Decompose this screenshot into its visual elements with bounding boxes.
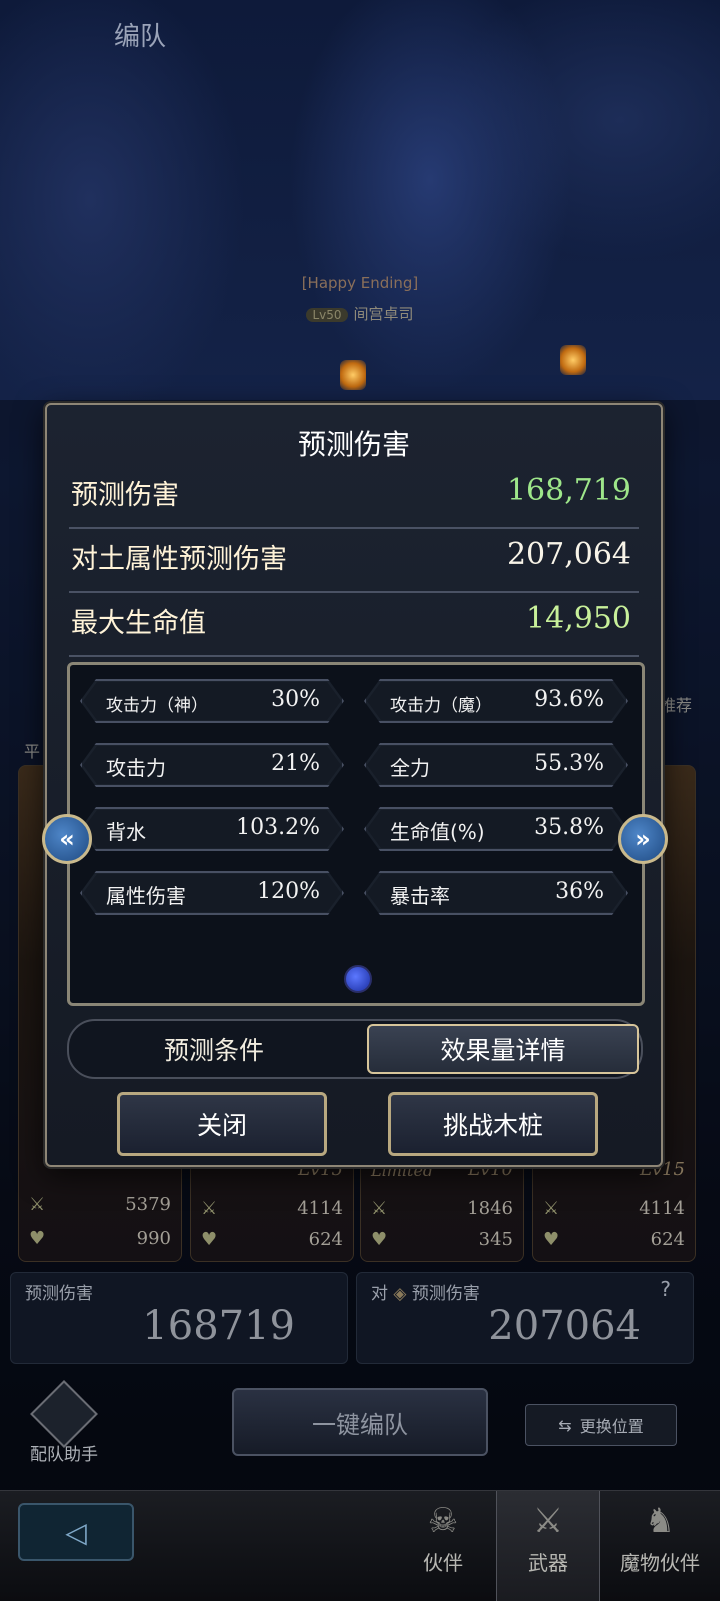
- sword-icon: ⚔: [29, 1194, 46, 1215]
- help-icon[interactable]: ?: [660, 1277, 671, 1301]
- back-arrow-icon: ◁: [65, 1515, 87, 1549]
- tab-partners[interactable]: ☠ 伙伴: [392, 1491, 494, 1601]
- page-indicator-dot[interactable]: [344, 965, 372, 993]
- summary-row: 对土属性预测伤害 207,064: [69, 529, 639, 593]
- sword-icon: ⚔: [543, 1198, 560, 1219]
- stat-panel: 攻击力（神） 30% 攻击力（魔） 93.6% 攻击力 21% 全力 55.3%…: [67, 662, 645, 1006]
- character-level: Lv50: [306, 308, 348, 322]
- stat-cell: 暴击率 36%: [364, 871, 628, 915]
- heart-icon: ♥: [29, 1228, 46, 1249]
- close-button[interactable]: 关闭: [117, 1092, 327, 1156]
- tab-monster-partners[interactable]: ♞ 魔物伙伴: [600, 1491, 720, 1601]
- double-chevron-left-icon[interactable]: «: [42, 814, 92, 864]
- earth-element-icon: ◈: [393, 1284, 407, 1304]
- recommend-label[interactable]: 推荐: [660, 692, 692, 716]
- character-title: [Happy Ending]: [301, 274, 419, 292]
- tab-effect-details[interactable]: 效果量详情: [367, 1024, 639, 1074]
- heart-icon: ♥: [371, 1229, 388, 1250]
- heart-icon: ♥: [543, 1229, 560, 1250]
- stat-cell: 背水 103.2%: [80, 807, 344, 851]
- heart-icon: ♥: [201, 1229, 218, 1250]
- swap-position-button[interactable]: ⇆ 更换位置: [525, 1404, 677, 1446]
- dragon-icon: ♞: [644, 1501, 676, 1541]
- character-nameplate: Lv50 间宫卓司: [0, 303, 720, 324]
- screen-title: 编队: [114, 22, 167, 52]
- tab-weapons[interactable]: ⚔ 武器: [496, 1491, 600, 1601]
- swap-arrows-icon: ⇆: [558, 1415, 572, 1435]
- summary-row: 最大生命值 14,950: [69, 593, 639, 657]
- element-damage-box: 对 ◈ 预测伤害 ? 207064: [356, 1272, 694, 1364]
- gear-icon: [30, 1380, 98, 1448]
- dialog-title: 预测伤害: [297, 428, 410, 461]
- stat-cell: 攻击力（魔） 93.6%: [364, 679, 628, 723]
- detail-tab-switch: 预测条件 效果量详情: [67, 1019, 643, 1079]
- team-assistant-button[interactable]: 配队助手: [22, 1380, 106, 1465]
- character-name: 间宫卓司: [353, 305, 414, 323]
- tab-predict-conditions[interactable]: 预测条件: [69, 1021, 359, 1077]
- lantern-icon: [340, 360, 366, 390]
- summary-row: 预测伤害 168,719: [69, 465, 639, 529]
- stat-cell: 攻击力 21%: [80, 743, 344, 787]
- skull-icon: ☠: [427, 1501, 459, 1541]
- challenge-dummy-button[interactable]: 挑战木桩: [388, 1092, 598, 1156]
- stat-cell: 全力 55.3%: [364, 743, 628, 787]
- crossed-swords-icon: ⚔: [532, 1501, 564, 1541]
- predicted-damage-box: 预测伤害 168719: [10, 1272, 348, 1364]
- sword-icon: ⚔: [371, 1198, 388, 1219]
- stat-cell: 生命值(%) 35.8%: [364, 807, 628, 851]
- lantern-icon: [560, 345, 586, 375]
- back-button[interactable]: ◁: [18, 1503, 134, 1561]
- auto-team-button[interactable]: 一键编队: [232, 1388, 488, 1456]
- sword-icon: ⚔: [201, 1198, 218, 1219]
- predicted-damage-dialog: 预测伤害 预测伤害 168,719 对土属性预测伤害 207,064 最大生命值…: [45, 403, 663, 1167]
- side-label: 平: [24, 742, 41, 761]
- stat-cell: 属性伤害 120%: [80, 871, 344, 915]
- stat-cell: 攻击力（神） 30%: [80, 679, 344, 723]
- double-chevron-right-icon[interactable]: »: [618, 814, 668, 864]
